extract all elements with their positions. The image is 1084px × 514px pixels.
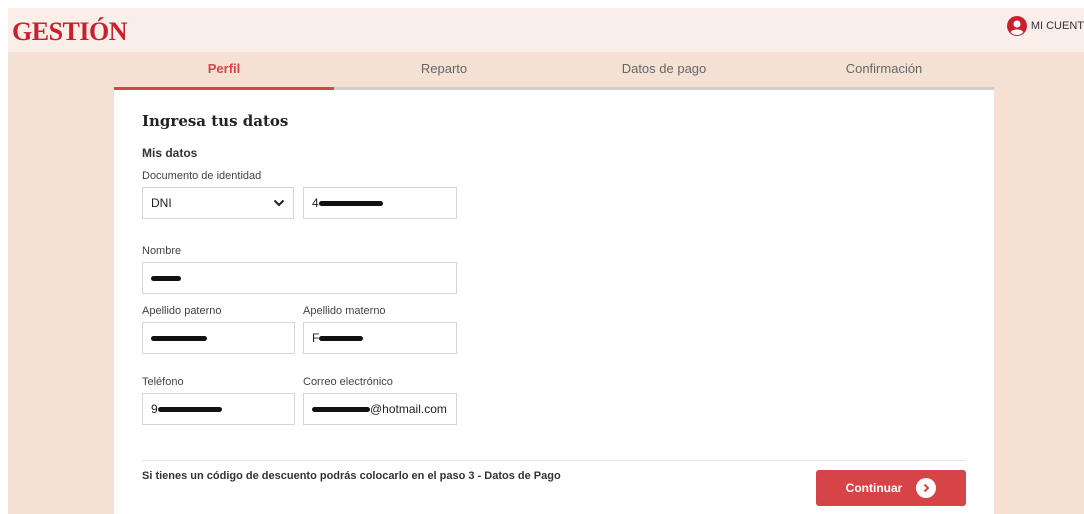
gestion-logo[interactable]: GESTIÓN (12, 17, 128, 47)
form-title: Ingresa tus datos (142, 112, 289, 130)
section-subtitle: Mis datos (142, 146, 198, 160)
nombre-label: Nombre (142, 245, 182, 257)
document-number-value: 4 (312, 196, 319, 210)
step-confirmacion[interactable]: Confirmación (774, 52, 994, 90)
apellido-materno-value: F (312, 331, 320, 345)
step-reparto[interactable]: Reparto (334, 52, 554, 90)
account-label: MI CUENT (1030, 20, 1084, 32)
telefono-label: Teléfono (142, 376, 184, 388)
redaction-mark (157, 406, 222, 412)
user-icon (1006, 16, 1027, 36)
correo-input[interactable]: @hotmail.com (303, 393, 457, 425)
footer-divider (142, 460, 966, 461)
step-perfil[interactable]: Perfil (114, 52, 334, 90)
apellido-paterno-input[interactable] (142, 322, 295, 354)
telefono-value: 9 (151, 402, 158, 416)
redaction-mark (151, 335, 207, 341)
redaction-mark (318, 200, 383, 206)
checkout-steps: Perfil Reparto Datos de pago Confirmació… (114, 52, 994, 90)
chevron-down-icon (273, 199, 285, 207)
discount-note: Si tienes un código de descuento podrás … (142, 470, 561, 482)
telefono-input[interactable]: 9 (142, 393, 295, 425)
apellido-paterno-label: Apellido paterno (142, 305, 222, 317)
step-datos-de-pago[interactable]: Datos de pago (554, 52, 774, 90)
redaction-mark (312, 406, 370, 412)
correo-label: Correo electrónico (303, 376, 393, 388)
document-type-select[interactable]: DNI (142, 187, 294, 219)
continue-button[interactable]: Continuar (816, 470, 966, 506)
document-label: Documento de identidad (142, 170, 262, 182)
correo-value-suffix: @hotmail.com (370, 402, 447, 416)
document-type-value: DNI (151, 196, 172, 210)
redaction-mark (151, 275, 181, 281)
continue-label: Continuar (845, 481, 903, 495)
document-number-input[interactable]: 4 (303, 187, 457, 219)
nombre-input[interactable] (142, 262, 457, 294)
apellido-materno-label: Apellido materno (303, 305, 386, 317)
redaction-mark (319, 335, 364, 341)
apellido-materno-input[interactable]: F (303, 322, 457, 354)
account-menu[interactable]: MI CUENT (1006, 16, 1084, 36)
form-card: Ingresa tus datos Mis datos Documento de… (114, 90, 994, 514)
chevron-right-icon (916, 478, 937, 498)
site-header: GESTIÓN MI CUENT (8, 8, 1084, 52)
